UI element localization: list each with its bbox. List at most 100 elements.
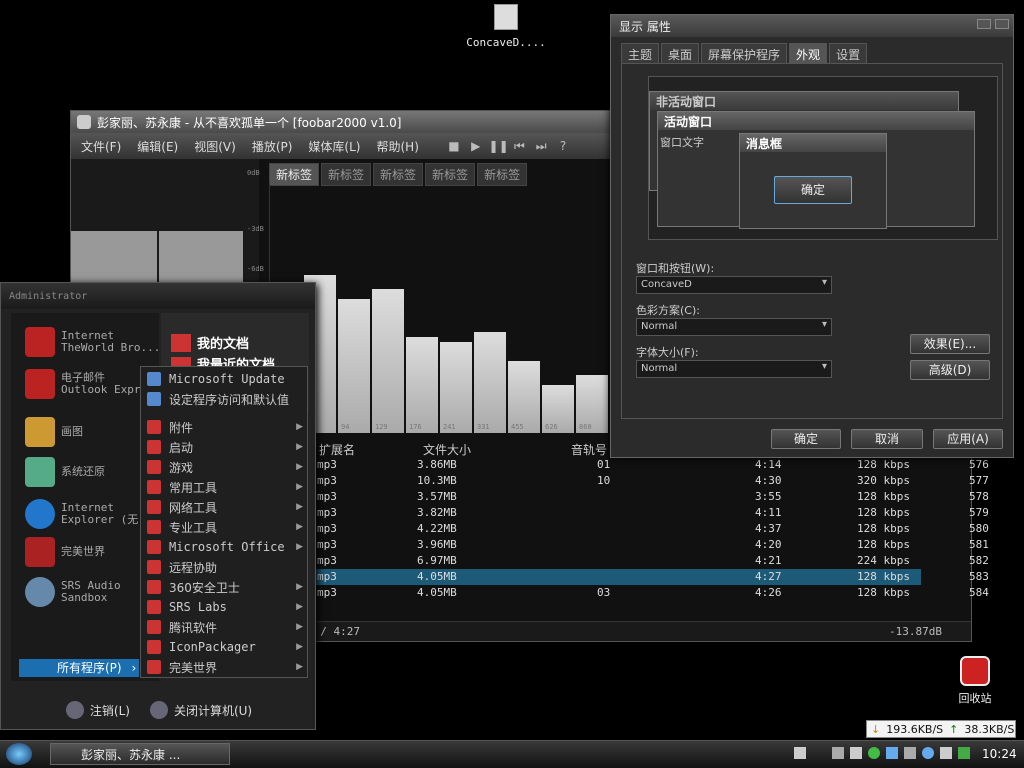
desktop-icon-concave[interactable]: ConcaveD.... [466, 4, 546, 49]
submenu-item[interactable]: 360安全卫士 ▶ [141, 577, 307, 597]
advanced-button[interactable]: 高级(D) [910, 360, 990, 380]
pinned-sub: TheWorld Bro... [61, 341, 161, 354]
next-icon[interactable]: ⏭ [532, 139, 550, 154]
pinned-internet[interactable]: Internet TheWorld Bro... [25, 327, 160, 357]
recycle-bin-icon [960, 656, 990, 686]
submenu-item[interactable]: 游戏 ▶ [141, 457, 307, 477]
submenu-item[interactable]: 完美世界 ▶ [141, 657, 307, 677]
menu-help[interactable]: 帮助(H) [376, 138, 418, 155]
pause-icon[interactable]: ❚❚ [489, 139, 509, 153]
effects-button[interactable]: 效果(E)... [910, 334, 990, 354]
tray-icon[interactable] [922, 747, 934, 759]
cell-rate: 320 kbps [857, 474, 910, 487]
my-documents[interactable]: 我的文档 [171, 333, 249, 352]
start-button[interactable] [6, 743, 32, 765]
table-row[interactable]: mp3 4.22MB 4:37 128 kbps 580 [311, 521, 989, 537]
pinned-email[interactable]: 电子邮件 Outlook Expre [25, 369, 147, 399]
submenu-item[interactable]: 启动 ▶ [141, 437, 307, 457]
tray-icon[interactable] [940, 747, 952, 759]
recycle-bin[interactable]: 回收站 [950, 656, 1000, 706]
keyboard-icon[interactable] [794, 747, 806, 759]
menu-library[interactable]: 媒体库(L) [308, 138, 360, 155]
table-row[interactable]: mp3 4.05MB 03 4:26 128 kbps 584 [311, 585, 989, 601]
shutdown-button[interactable]: 关闭计算机(U) [149, 701, 252, 719]
submenu-item[interactable]: 专业工具 ▶ [141, 517, 307, 537]
taskbar-button-foobar[interactable]: 彭家丽、苏永康 ... [50, 743, 230, 765]
menu-playback[interactable]: 播放(P) [252, 138, 293, 155]
tray-icon[interactable] [832, 747, 844, 759]
submenu-item[interactable]: IconPackager ▶ [141, 637, 307, 657]
file-icon [494, 4, 518, 30]
submenu-item[interactable]: 腾讯软件 ▶ [141, 617, 307, 637]
cell-n: 583 [969, 570, 989, 583]
tray-icon[interactable] [850, 747, 862, 759]
menu-view[interactable]: 视图(V) [194, 138, 236, 155]
submenu-item[interactable]: 设定程序访问和默认值 [141, 389, 307, 409]
tray-icon[interactable] [904, 747, 916, 759]
submenu-item[interactable]: 网络工具 ▶ [141, 497, 307, 517]
column-header-size[interactable]: 文件大小 [423, 441, 471, 458]
dialog-titlebar[interactable]: 显示 属性 [611, 15, 1013, 37]
submenu-item[interactable]: Microsoft Office ▶ [141, 537, 307, 557]
recent-perfect-world[interactable]: 完美世界 [25, 537, 105, 567]
spectrum-analyzer [269, 183, 609, 433]
program-folder-icon [147, 460, 161, 474]
ok-button[interactable]: 确定 [771, 429, 841, 449]
table-row[interactable]: mp3 3.82MB 4:11 128 kbps 579 [311, 505, 989, 521]
font-size-select[interactable]: Normal [636, 360, 832, 378]
tray-icon[interactable] [886, 747, 898, 759]
cell-n: 581 [969, 538, 989, 551]
recent-paint[interactable]: 画图 [25, 417, 83, 447]
column-header-ext[interactable]: 扩展名 [319, 441, 355, 458]
recent-system-restore[interactable]: 系统还原 [25, 457, 105, 487]
arrow-right-icon: › [131, 661, 137, 675]
play-icon[interactable]: ▶ [467, 139, 485, 153]
stop-icon[interactable]: ■ [445, 139, 463, 153]
menu-edit[interactable]: 编辑(E) [137, 138, 178, 155]
cell-size: 10.3MB [417, 474, 457, 487]
table-row[interactable]: mp3 6.97MB 4:21 224 kbps 582 [311, 553, 989, 569]
cell-track: 10 [597, 474, 611, 487]
apply-button[interactable]: 应用(A) [933, 429, 1003, 449]
submenu-item-label: 远程协助 [169, 560, 218, 575]
cell-rate: 128 kbps [857, 586, 910, 599]
submenu-item-label: 专业工具 [169, 520, 218, 535]
random-icon[interactable]: ? [554, 139, 572, 153]
menu-file[interactable]: 文件(F) [81, 138, 121, 155]
browser-icon [25, 327, 55, 357]
submenu-item[interactable]: 附件 ▶ [141, 417, 307, 437]
table-row[interactable]: mp3 4.05MB 4:27 128 kbps 583 [311, 569, 989, 585]
cell-len: 4:11 [755, 506, 782, 519]
logoff-icon [65, 701, 84, 719]
color-scheme-select[interactable]: Normal [636, 318, 832, 336]
frequency-label: 331 [477, 423, 490, 431]
recent-label: Internet Explorer (无 [61, 501, 139, 526]
submenu-item[interactable]: SRS Labs ▶ [141, 597, 307, 617]
desktop-icon-label: ConcaveD.... [466, 36, 546, 49]
chevron-right-icon: ▶ [296, 482, 303, 492]
table-row[interactable]: mp3 3.96MB 4:20 128 kbps 581 [311, 537, 989, 553]
recent-srs-audio[interactable]: SRS Audio Sandbox [25, 577, 145, 607]
close-icon[interactable] [995, 19, 1009, 29]
all-programs-button[interactable]: 所有程序(P) › [19, 659, 139, 677]
program-folder-icon [147, 392, 161, 406]
chevron-right-icon: ▶ [296, 582, 303, 592]
column-header-track[interactable]: 音轨号 [571, 441, 607, 458]
tray-icon[interactable] [868, 747, 880, 759]
minimize-icon[interactable] [977, 19, 991, 29]
submenu-item[interactable]: 常用工具 ▶ [141, 477, 307, 497]
previous-icon[interactable]: ⏮ [510, 139, 528, 154]
submenu-item[interactable]: 远程协助 [141, 557, 307, 577]
table-row[interactable]: mp3 3.57MB 3:55 128 kbps 578 [311, 489, 989, 505]
tray-icon[interactable] [958, 747, 970, 759]
cancel-button[interactable]: 取消 [851, 429, 923, 449]
program-folder-icon [147, 640, 161, 654]
windows-buttons-select[interactable]: ConcaveD [636, 276, 832, 294]
submenu-item[interactable]: Microsoft Update [141, 369, 307, 389]
table-row[interactable]: mp3 3.86MB 01 4:14 128 kbps 576 [311, 457, 989, 473]
logoff-button[interactable]: 注销(L) [65, 701, 130, 719]
recent-internet-explorer[interactable]: Internet Explorer (无 [25, 499, 145, 529]
cell-n: 577 [969, 474, 989, 487]
table-row[interactable]: mp3 10.3MB 10 4:30 320 kbps 577 [311, 473, 989, 489]
cell-size: 3.82MB [417, 506, 457, 519]
